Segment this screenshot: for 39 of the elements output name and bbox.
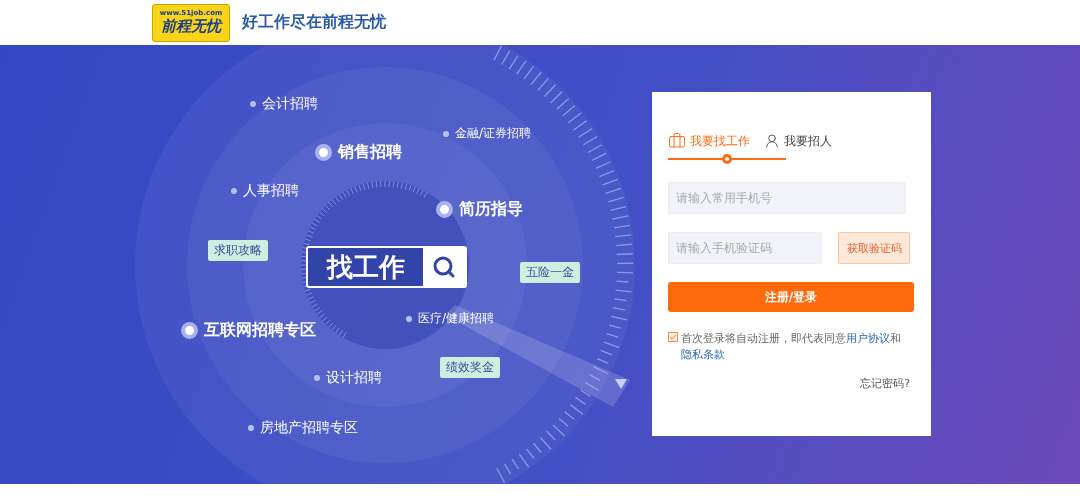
category-link[interactable]: 互联网招聘专区	[204, 320, 316, 341]
login-tab[interactable]: 我要找工作	[668, 130, 750, 152]
forgot-password-link[interactable]: 忘记密码?	[668, 376, 910, 391]
benefit-tag: 五险一金	[520, 262, 580, 283]
category-link[interactable]: 房地产招聘专区	[260, 419, 358, 437]
search-icon[interactable]	[423, 248, 465, 286]
privacy-link[interactable]: 隐私条款	[681, 348, 725, 360]
benefit-tag: 求职攻略	[208, 240, 268, 261]
dot-icon	[231, 188, 237, 194]
category-link[interactable]: 设计招聘	[326, 369, 382, 387]
person-icon	[764, 133, 780, 149]
category-link[interactable]: 金融/证券招聘	[455, 125, 532, 142]
ring-icon	[315, 144, 332, 161]
search-box-label: 找工作	[325, 250, 406, 284]
benefit-tag: 绩效奖金	[440, 357, 500, 378]
dot-icon	[248, 425, 254, 431]
code-input[interactable]: 请输入手机验证码	[668, 232, 822, 264]
category-link[interactable]: 简历指导	[459, 199, 523, 220]
dot-icon	[443, 130, 449, 137]
category-link[interactable]: 会计招聘	[262, 95, 318, 113]
user-agreement-link[interactable]: 用户协议	[846, 332, 890, 344]
login-tab[interactable]: 我要招人	[764, 130, 832, 152]
dot-icon	[314, 375, 320, 381]
job-search-box[interactable]: 找工作	[306, 246, 467, 288]
ring-icon	[436, 201, 453, 218]
ring-icon	[181, 322, 198, 339]
dot-icon	[406, 315, 412, 322]
category-link[interactable]: 医疗/健康招聘	[418, 310, 495, 327]
briefcase-icon	[668, 132, 686, 150]
register-login-button[interactable]: 注册/登录	[668, 282, 914, 312]
get-code-button[interactable]: 获取验证码	[838, 232, 910, 264]
phone-input[interactable]: 请输入常用手机号	[668, 182, 906, 214]
agree-checkbox[interactable]	[668, 332, 678, 342]
dot-icon	[250, 101, 256, 107]
agreement-text: 首次登录将自动注册，即代表同意用户协议和 隐私条款	[681, 331, 902, 362]
logo-text: 前程无忧	[161, 17, 221, 35]
category-link[interactable]: 销售招聘	[338, 142, 402, 163]
slogan: 好工作尽在前程无忧	[242, 12, 386, 33]
category-link[interactable]: 人事招聘	[243, 182, 299, 200]
